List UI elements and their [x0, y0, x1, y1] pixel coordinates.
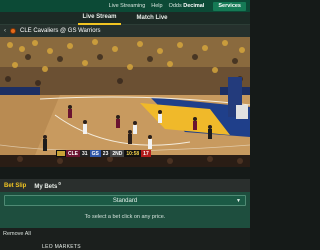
bet-type-value: Standard: [112, 197, 138, 204]
collapse-chevron-icon[interactable]: ‹: [4, 28, 6, 34]
live-video-player[interactable]: CLE 31 GS 23 2ND 10:58 17: [0, 37, 250, 167]
home-team-abbr: GS: [89, 150, 101, 157]
my-bets-label: My Bets: [34, 184, 58, 190]
chevron-down-icon: ▼: [236, 198, 241, 204]
partial-section-heading: LEO MARKETS: [42, 244, 81, 250]
help-link[interactable]: Help: [151, 3, 162, 9]
tab-live-stream[interactable]: Live Stream: [78, 11, 121, 25]
bet-slip-footer: Remove All LEO MARKETS: [0, 228, 250, 250]
utility-menu: Live Streaming Help Odds Decimal: [109, 3, 205, 9]
odds-format-selector[interactable]: Odds Decimal: [169, 3, 205, 9]
odds-format-value: Decimal: [183, 3, 205, 9]
basketball-court-frame: [0, 37, 250, 167]
home-team-score: 23: [100, 150, 111, 157]
bet-type-select[interactable]: Standard ▼: [4, 195, 246, 206]
odds-label: Odds: [168, 3, 182, 9]
remove-all-button[interactable]: Remove All: [3, 231, 31, 237]
bet-slip-hint: To select a bet click on any price.: [84, 214, 166, 220]
away-team-abbr: CLE: [66, 150, 80, 157]
game-quarter: 2ND: [110, 150, 125, 157]
live-streaming-link[interactable]: Live Streaming: [109, 3, 146, 9]
event-header[interactable]: ‹ CLE Cavaliers @ GS Warriors: [0, 25, 250, 37]
basketball-icon: [10, 28, 16, 34]
scorebug: CLE 31 GS 23 2ND 10:58 17: [56, 150, 151, 157]
bet-slip-panel: Standard ▼ To select a bet click on any …: [0, 192, 250, 228]
game-clock: 10:58: [124, 150, 142, 157]
network-logo-icon: [57, 151, 65, 156]
shot-clock: 17: [141, 150, 151, 157]
services-button[interactable]: Services: [213, 1, 246, 11]
top-utility-bar: Live Streaming Help Odds Decimal Service…: [0, 0, 250, 12]
tab-bet-slip[interactable]: Bet Slip: [4, 183, 26, 189]
tab-my-bets[interactable]: My Bets0: [34, 181, 61, 190]
event-title: CLE Cavaliers @ GS Warriors: [20, 28, 101, 34]
my-bets-count: 0: [58, 181, 61, 186]
bet-slip-tabs: Bet Slip My Bets0: [0, 179, 250, 192]
stream-tabs: Live Stream Match Live: [0, 12, 250, 25]
away-team-score: 31: [80, 150, 90, 157]
tab-match-live[interactable]: Match Live: [133, 12, 172, 24]
